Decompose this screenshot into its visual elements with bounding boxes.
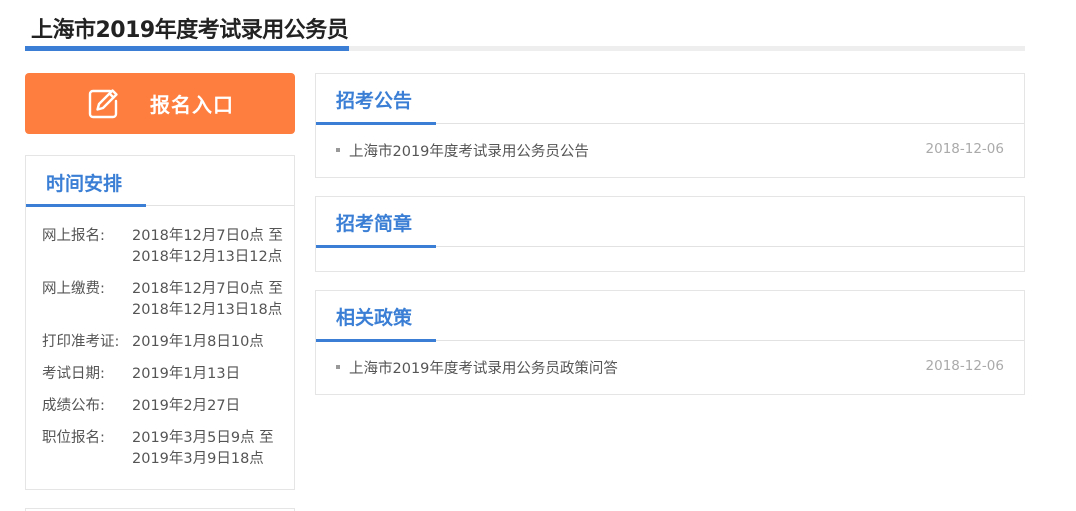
section-header: 招考公告 [316,74,1024,125]
article-list: 上海市2019年度考试录用公务员公告 2018-12-06 [316,124,1024,176]
bullet-icon [336,365,340,369]
schedule-item-value: 2019年3月5日9点 至 2019年3月9日18点 [132,430,274,467]
schedule-item-label: 考试日期: [42,366,105,382]
schedule-item-online-registration: 网上报名: 2018年12月7日0点 至 2018年12月13日12点 [42,226,294,268]
section-announcements: 招考公告 上海市2019年度考试录用公务员公告 2018-12-06 [315,73,1025,178]
article-link[interactable]: 上海市2019年度考试录用公务员公告 [349,140,589,161]
schedule-item-score-release: 成绩公布: 2019年2月27日 [42,396,294,417]
schedule-title-underline [26,204,146,207]
header-accent-bar [25,46,349,51]
article-list: 上海市2019年度考试录用公务员政策问答 2018-12-06 [316,341,1024,393]
schedule-item-online-payment: 网上缴费: 2018年12月7日0点 至 2018年12月13日18点 [42,279,294,321]
section-title-announcements[interactable]: 招考公告 [336,86,412,113]
register-entry-button[interactable]: 报名入口 [25,73,295,134]
schedule-item-value: 2018年12月7日0点 至 2018年12月13日12点 [132,228,283,265]
edit-icon [86,87,120,121]
schedule-item-exam-date: 考试日期: 2019年1月13日 [42,364,294,385]
article-date: 2018-12-06 [925,358,1004,374]
register-entry-label: 报名入口 [150,93,234,117]
section-title-brochure[interactable]: 招考简章 [336,209,412,236]
schedule-item-value: 2018年12月7日0点 至 2018年12月13日18点 [132,281,283,318]
bullet-icon [336,148,340,152]
article-item: 上海市2019年度考试录用公务员公告 2018-12-06 [316,124,1024,176]
schedule-item-print-admission-ticket: 打印准考证: 2019年1月8日10点 [42,332,294,353]
schedule-list: 网上报名: 2018年12月7日0点 至 2018年12月13日12点 网上缴费… [26,206,294,470]
schedule-item-value: 2019年2月27日 [132,398,241,414]
schedule-item-value: 2019年1月8日10点 [132,334,264,350]
article-link[interactable]: 上海市2019年度考试录用公务员政策问答 [349,357,618,378]
article-item: 上海市2019年度考试录用公务员政策问答 2018-12-06 [316,341,1024,393]
schedule-title: 时间安排 [46,173,123,195]
schedule-item-position-registration: 职位报名: 2019年3月5日9点 至 2019年3月9日18点 [42,428,294,470]
section-policies: 相关政策 上海市2019年度考试录用公务员政策问答 2018-12-06 [315,290,1025,395]
section-brochure: 招考简章 [315,196,1025,272]
schedule-item-label: 网上缴费: [42,281,105,297]
schedule-item-label: 职位报名: [42,430,105,446]
article-date: 2018-12-06 [925,141,1004,157]
page-title: 上海市2019年度考试录用公务员 [31,18,349,43]
section-header: 相关政策 [316,291,1024,342]
schedule-item-label: 打印准考证: [42,334,120,350]
schedule-item-label: 成绩公布: [42,398,105,414]
schedule-header: 时间安排 [26,156,294,207]
section-title-underline [316,245,436,248]
section-title-policies[interactable]: 相关政策 [336,303,412,330]
schedule-item-label: 网上报名: [42,228,105,244]
section-header: 招考简章 [316,197,1024,248]
page-header: 上海市2019年度考试录用公务员 [25,0,1025,52]
schedule-item-value: 2019年1月13日 [132,366,241,382]
schedule-panel: 时间安排 网上报名: 2018年12月7日0点 至 2018年12月13日12点… [25,155,295,490]
